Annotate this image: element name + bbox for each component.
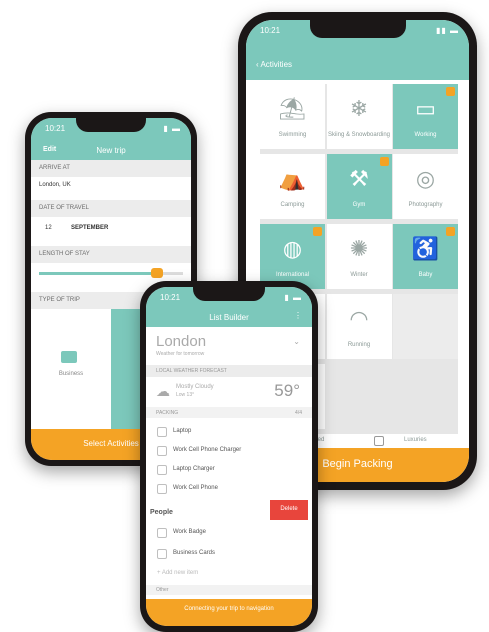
activity-label: Working <box>414 132 437 138</box>
status-time: 10:21 <box>45 124 66 133</box>
phone-notch <box>76 118 146 132</box>
delete-label: Delete <box>280 506 298 512</box>
phone-notch <box>309 20 406 38</box>
cloud-icon: ☁ <box>156 383 170 399</box>
item-label: Work Cell Phone Charger <box>173 447 242 453</box>
item-checkbox[interactable] <box>157 446 167 456</box>
activity-label: Gym <box>352 202 366 208</box>
activity-label: Skiing & Snowboarding <box>327 132 391 138</box>
battery-icon: ▮ ▬ <box>163 124 181 133</box>
selected-badge-icon <box>446 227 455 236</box>
phone-notch <box>193 287 265 301</box>
dumbbell-icon: ⚒ <box>349 166 369 191</box>
destination-section: ARRIVE AT <box>31 160 191 177</box>
selected-badge-icon <box>313 227 322 236</box>
laptop-icon: ▭ <box>415 96 436 121</box>
weather-low: Low 13° <box>176 392 195 398</box>
globe-icon: ◍ <box>282 236 303 261</box>
status-time: 10:21 <box>160 293 181 302</box>
slider-fill <box>39 272 158 275</box>
city-subtitle: Weather for tomorrow <box>156 351 205 357</box>
list-builder-title: List Builder <box>209 313 249 322</box>
item-checkbox[interactable] <box>157 427 167 437</box>
activity-tile[interactable]: ⛺ Camping <box>260 154 325 219</box>
camera-icon: ◎ <box>415 166 436 191</box>
date-section: DATE OF TRAVEL <box>31 200 191 217</box>
item-label: Laptop Charger <box>173 466 215 472</box>
packing-section: PACKING 4/4 <box>146 407 312 418</box>
chevron-down-icon[interactable]: ⌄ <box>293 337 300 346</box>
briefcase-icon <box>61 351 77 363</box>
activity-label: Running <box>347 342 371 348</box>
selected-badge-icon <box>446 87 455 96</box>
luxuries-label[interactable]: Luxuries <box>404 437 427 443</box>
activity-tile[interactable]: ✺ Winter <box>326 224 392 289</box>
activity-label: Photography <box>408 202 443 208</box>
activity-label: Baby <box>418 272 433 278</box>
activity-tile-empty <box>393 294 458 359</box>
slider-track <box>39 268 183 278</box>
item-label: Business Cards <box>173 550 216 556</box>
activity-label: International <box>275 272 310 278</box>
delete-button[interactable]: Delete <box>270 500 308 520</box>
selected-badge-icon <box>379 157 389 166</box>
slider-handle[interactable] <box>151 268 164 278</box>
more-icon[interactable]: ⋮ <box>294 311 302 320</box>
activity-tile[interactable]: ⛱ Swimming <box>260 84 325 149</box>
item-checkbox[interactable] <box>157 549 167 559</box>
status-time: 10:21 <box>260 26 281 35</box>
weather-description: Mostly Cloudy <box>176 384 214 390</box>
sun-icon: ✺ <box>349 236 369 261</box>
activity-label: Swimming <box>278 132 307 138</box>
activity-tile[interactable]: ▭ Working <box>393 84 458 149</box>
business-option[interactable]: Business <box>31 309 111 429</box>
activity-label: Camping <box>280 202 305 208</box>
item-checkbox[interactable] <box>157 528 167 538</box>
battery-icon: ▮▮ ▬ <box>435 26 459 35</box>
tent-icon: ⛺ <box>278 166 307 191</box>
length-section: LENGTH OF STAY <box>31 246 191 263</box>
phone-list-builder: 10:21 ▮ ▬ List Builder ⋮ London Weather f… <box>140 281 318 632</box>
activity-tile[interactable]: ◍ International <box>260 224 325 289</box>
business-label: Business <box>58 371 84 377</box>
toggle-checkbox[interactable] <box>374 436 384 446</box>
item-checkbox[interactable] <box>157 484 167 494</box>
activity-label: Winter <box>350 272 368 278</box>
date-month: SEPTEMBER <box>71 225 109 231</box>
connect-label: Connecting your trip to navigation <box>184 606 274 612</box>
battery-icon: ▮ ▬ <box>284 293 302 302</box>
activity-tile[interactable]: ⚒ Gym <box>326 154 392 219</box>
city-name: London <box>156 333 207 350</box>
other-section: Other <box>146 585 312 595</box>
date-day: 12 <box>45 225 52 231</box>
activity-tile[interactable]: ◠ Running <box>326 294 392 359</box>
activity-tile[interactable]: ◎ Photography <box>393 154 458 219</box>
nav-title: Activities <box>260 60 293 69</box>
item-label: Work Cell Phone <box>173 485 218 491</box>
back-button[interactable]: ‹ Activities <box>256 60 292 69</box>
temperature: 59° <box>274 381 300 400</box>
item-label: Work Badge <box>173 529 206 535</box>
item-label: Laptop <box>173 428 192 434</box>
packing-count: 4/4 <box>295 410 302 416</box>
destination-field[interactable]: London, UK <box>31 177 191 194</box>
activity-tile[interactable]: ♿ Baby <box>393 224 458 289</box>
swimming-icon: ⛱ <box>278 96 307 121</box>
activity-tile[interactable]: ❄ Skiing & Snowboarding <box>326 84 392 149</box>
header-title: New trip <box>96 146 126 155</box>
connect-button[interactable]: Connecting your trip to navigation <box>146 599 312 626</box>
date-picker[interactable]: 12 SEPTEMBER <box>31 217 191 239</box>
snowflake-icon: ❄ <box>349 96 369 121</box>
shoe-icon: ◠ <box>349 306 369 331</box>
stroller-icon: ♿ <box>411 236 440 261</box>
weather-section: LOCAL WEATHER FORECAST <box>146 365 312 377</box>
list-builder-screen: 10:21 ▮ ▬ List Builder ⋮ London Weather f… <box>146 287 312 626</box>
add-item-input[interactable]: + Add new item <box>157 570 198 576</box>
item-checkbox[interactable] <box>157 465 167 475</box>
